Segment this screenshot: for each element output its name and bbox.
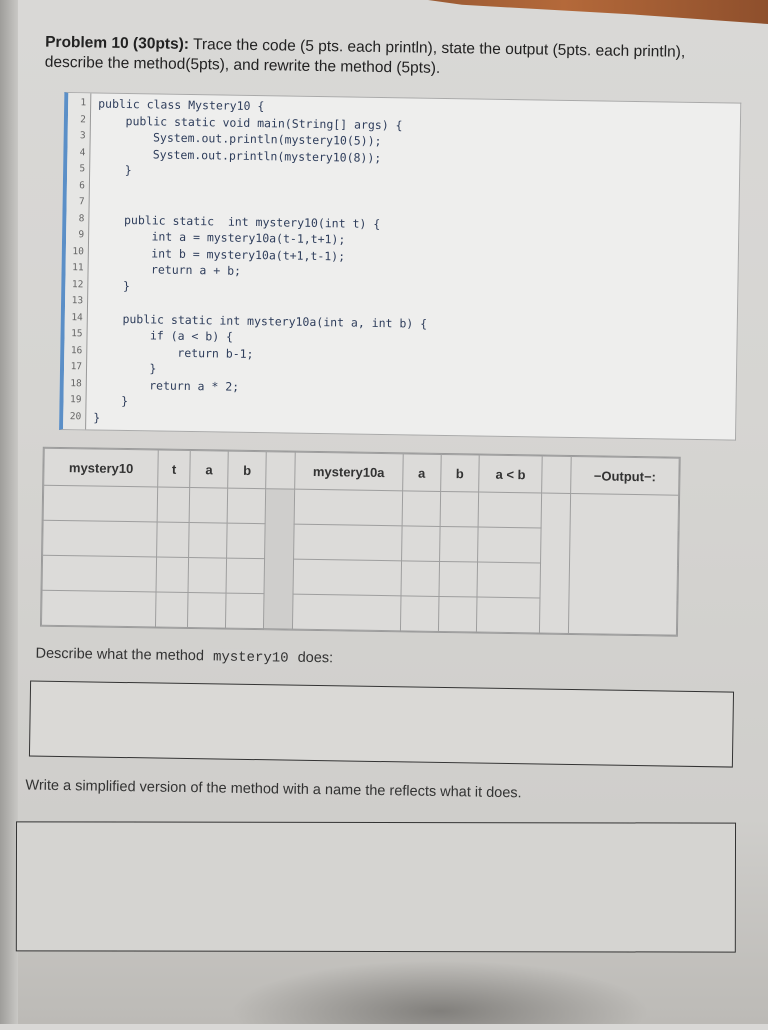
line-number: 1 xyxy=(80,97,87,109)
line-number: 19 xyxy=(69,394,82,406)
header-a2: a xyxy=(402,453,442,492)
trace-cell[interactable] xyxy=(400,560,440,597)
code-line: } xyxy=(93,409,101,425)
code-line: } xyxy=(93,393,129,409)
line-number: 3 xyxy=(79,130,86,142)
line-number: 16 xyxy=(70,344,83,356)
trace-cell[interactable] xyxy=(155,591,189,628)
trace-cell[interactable] xyxy=(400,595,439,632)
line-number: 17 xyxy=(70,361,83,373)
trace-cell[interactable] xyxy=(226,523,266,559)
header-spacer xyxy=(542,456,572,494)
trace-cell[interactable] xyxy=(439,526,479,563)
line-number: 12 xyxy=(71,278,84,290)
line-number: 7 xyxy=(78,196,85,208)
trace-cell[interactable] xyxy=(292,594,401,631)
trace-cell[interactable] xyxy=(293,524,402,561)
code-line: System.out.println(mystery10(5)); xyxy=(97,129,382,148)
trace-cell[interactable] xyxy=(539,493,571,634)
trace-cell xyxy=(263,488,295,630)
rewrite-answer-box[interactable] xyxy=(15,821,737,953)
trace-cell[interactable] xyxy=(438,561,478,598)
line-number: 20 xyxy=(69,410,82,422)
line-number: 8 xyxy=(78,212,85,224)
trace-cell[interactable] xyxy=(157,487,190,523)
problem-header: Problem 10 (30pts): Trace the code (5 pt… xyxy=(45,33,746,84)
describe-label-after: does: xyxy=(297,649,334,667)
line-number: 15 xyxy=(71,328,83,340)
method-name-chip: mystery10 xyxy=(207,648,294,668)
describe-answer-box[interactable] xyxy=(28,680,735,768)
line-number-gutter: 1 2 3 4 5 6 7 8 9 10 11 12 13 14 15 16 17 18 19 20 xyxy=(63,93,92,430)
code-line: return b-1; xyxy=(94,343,254,361)
output-cell[interactable] xyxy=(568,493,679,636)
hand-shadow xyxy=(230,960,650,1024)
trace-cell[interactable] xyxy=(438,596,477,633)
code-listing: 1 2 3 4 5 6 7 8 9 10 11 12 13 14 15 16 17 18 19 20 public c… xyxy=(59,91,742,441)
trace-cell[interactable] xyxy=(226,558,265,594)
trace-cell[interactable] xyxy=(477,527,542,564)
code-line: } xyxy=(95,278,131,293)
header-output: −Output−: xyxy=(570,456,680,496)
header-b2: b xyxy=(440,454,480,493)
trace-cell[interactable] xyxy=(401,525,440,562)
header-mystery10: mystery10 xyxy=(43,448,159,488)
trace-cell[interactable] xyxy=(188,557,227,594)
code-line: } xyxy=(93,360,157,376)
header-mystery10a: mystery10a xyxy=(294,452,403,491)
trace-cell[interactable] xyxy=(156,522,190,558)
trace-cell[interactable] xyxy=(42,555,157,592)
describe-prompt: Describe what the method mystery10 does: xyxy=(35,646,333,668)
trace-table: mystery10 t a b mystery10a a b a < b −Ou… xyxy=(39,446,681,637)
header-b: b xyxy=(227,451,267,489)
line-number: 6 xyxy=(79,179,85,191)
trace-cell[interactable] xyxy=(189,487,228,524)
code-lines: public class Mystery10 { public static v… xyxy=(68,93,740,425)
problem-heading: Problem 10 (30pts): xyxy=(45,33,190,53)
code-line: int b = mystery10a(t+1,t-1); xyxy=(95,245,346,263)
trace-cell[interactable] xyxy=(401,490,441,527)
trace-cell[interactable] xyxy=(187,592,227,629)
line-number: 18 xyxy=(70,377,82,389)
header-t: t xyxy=(157,450,191,488)
header-separator xyxy=(265,451,296,490)
code-line: public static int mystery10(int t) { xyxy=(96,212,381,231)
line-number: 14 xyxy=(71,311,83,323)
trace-cell[interactable] xyxy=(476,562,541,599)
code-line: System.out.println(mystery10(8)); xyxy=(97,146,382,165)
describe-label-before: Describe what the method xyxy=(35,645,205,665)
trace-cell[interactable] xyxy=(188,522,228,559)
trace-cell[interactable] xyxy=(292,559,402,596)
line-number: 2 xyxy=(80,113,87,125)
line-number: 5 xyxy=(79,163,86,175)
header-a-less-b: a < b xyxy=(478,455,543,494)
trace-cell[interactable] xyxy=(476,597,541,634)
code-line: public class Mystery10 { xyxy=(98,96,265,114)
trace-cell[interactable] xyxy=(41,590,157,627)
line-number: 4 xyxy=(79,146,86,158)
code-line: } xyxy=(97,162,132,178)
code-line: return a + b; xyxy=(95,261,242,278)
code-line: return a * 2; xyxy=(93,376,240,394)
header-a: a xyxy=(189,450,229,489)
line-number: 13 xyxy=(71,295,84,307)
trace-cell[interactable] xyxy=(293,489,403,526)
code-line: public static void main(String[] args) { xyxy=(97,113,403,132)
trace-cell[interactable] xyxy=(478,492,543,529)
rewrite-prompt: Write a simplified version of the method… xyxy=(25,777,522,802)
line-number: 9 xyxy=(78,229,85,241)
trace-cell[interactable] xyxy=(439,491,479,528)
trace-cell[interactable] xyxy=(225,593,265,629)
line-number: 11 xyxy=(72,262,84,274)
trace-cell[interactable] xyxy=(43,485,158,523)
code-line: if (a < b) { xyxy=(94,327,234,344)
line-number: 10 xyxy=(72,245,84,257)
trace-cell[interactable] xyxy=(156,557,189,593)
trace-cell[interactable] xyxy=(227,488,266,524)
worksheet-page: Problem 10 (30pts): Trace the code (5 pt… xyxy=(0,0,768,1030)
code-line: int a = mystery10a(t-1,t+1); xyxy=(96,228,346,247)
trace-cell[interactable] xyxy=(42,520,158,558)
